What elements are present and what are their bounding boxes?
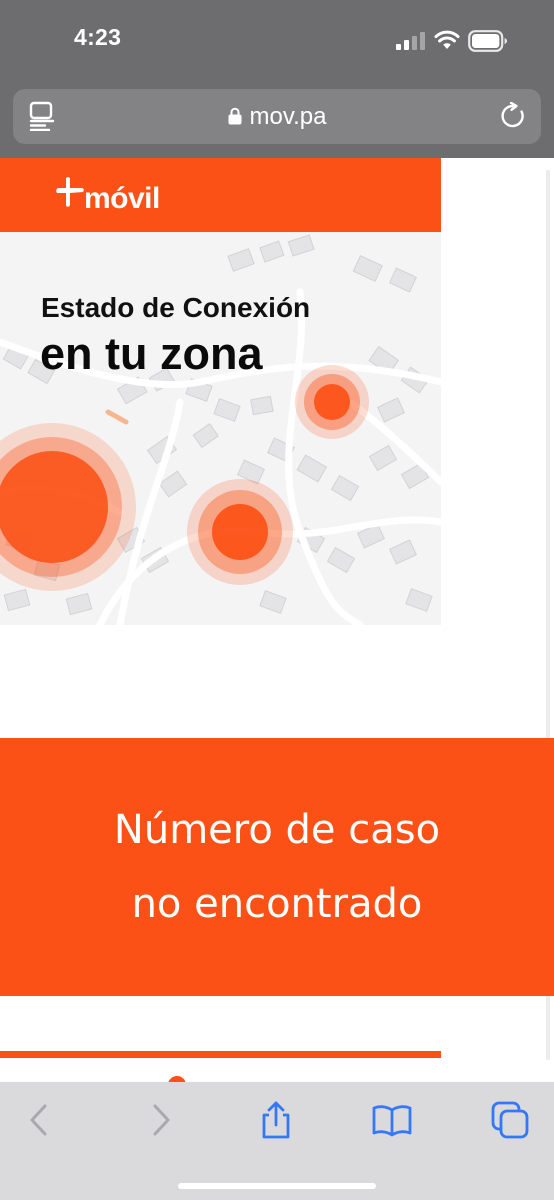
share-button[interactable]: [256, 1100, 296, 1140]
coverage-marker-large: [0, 423, 136, 591]
status-time: 4:23: [74, 24, 122, 50]
phone-screen: 4:23 mov.pa móvil Estado de Conexión en …: [0, 0, 554, 1200]
coverage-marker-medium: [187, 479, 293, 585]
footer-divider: [0, 1051, 441, 1058]
share-icon: [262, 1101, 290, 1139]
url-display[interactable]: mov.pa: [13, 89, 541, 144]
back-button[interactable]: [20, 1100, 60, 1140]
result-banner: Número de caso no encontrado: [0, 738, 554, 996]
address-bar[interactable]: mov.pa: [13, 89, 541, 144]
book-icon: [372, 1105, 412, 1137]
battery-icon: [468, 30, 507, 52]
status-bar: 4:23: [0, 0, 554, 82]
browser-top-chrome: 4:23 mov.pa: [0, 0, 554, 158]
brand-logo[interactable]: móvil: [56, 172, 176, 222]
result-message-line-1: Número de caso: [113, 807, 441, 853]
chevron-right-icon: [153, 1104, 170, 1136]
coverage-marker-small: [295, 365, 369, 439]
lock-icon: [228, 107, 242, 125]
hero-banner: Estado de Conexión en tu zona: [0, 232, 441, 625]
reload-icon[interactable]: [499, 102, 527, 130]
tabs-icon: [491, 1101, 529, 1139]
browser-bottom-toolbar: [0, 1082, 554, 1200]
wifi-icon: [434, 30, 460, 49]
brand-name: móvil: [84, 182, 160, 215]
forward-button[interactable]: [140, 1100, 180, 1140]
tabs-button[interactable]: [490, 1100, 530, 1140]
result-message-line-2: no encontrado: [131, 881, 423, 927]
hero-title-line-1: Estado de Conexión: [41, 292, 311, 323]
home-indicator[interactable]: [178, 1183, 376, 1189]
cellular-signal-icon: [396, 32, 425, 50]
chevron-left-icon: [30, 1104, 47, 1136]
web-page[interactable]: móvil Estado de Conexión en tu zona Núme…: [0, 158, 554, 1082]
bookmarks-button[interactable]: [372, 1100, 412, 1140]
hero-title-line-2: en tu zona: [40, 328, 263, 379]
url-text[interactable]: mov.pa: [250, 103, 327, 131]
site-header: móvil: [0, 158, 441, 232]
